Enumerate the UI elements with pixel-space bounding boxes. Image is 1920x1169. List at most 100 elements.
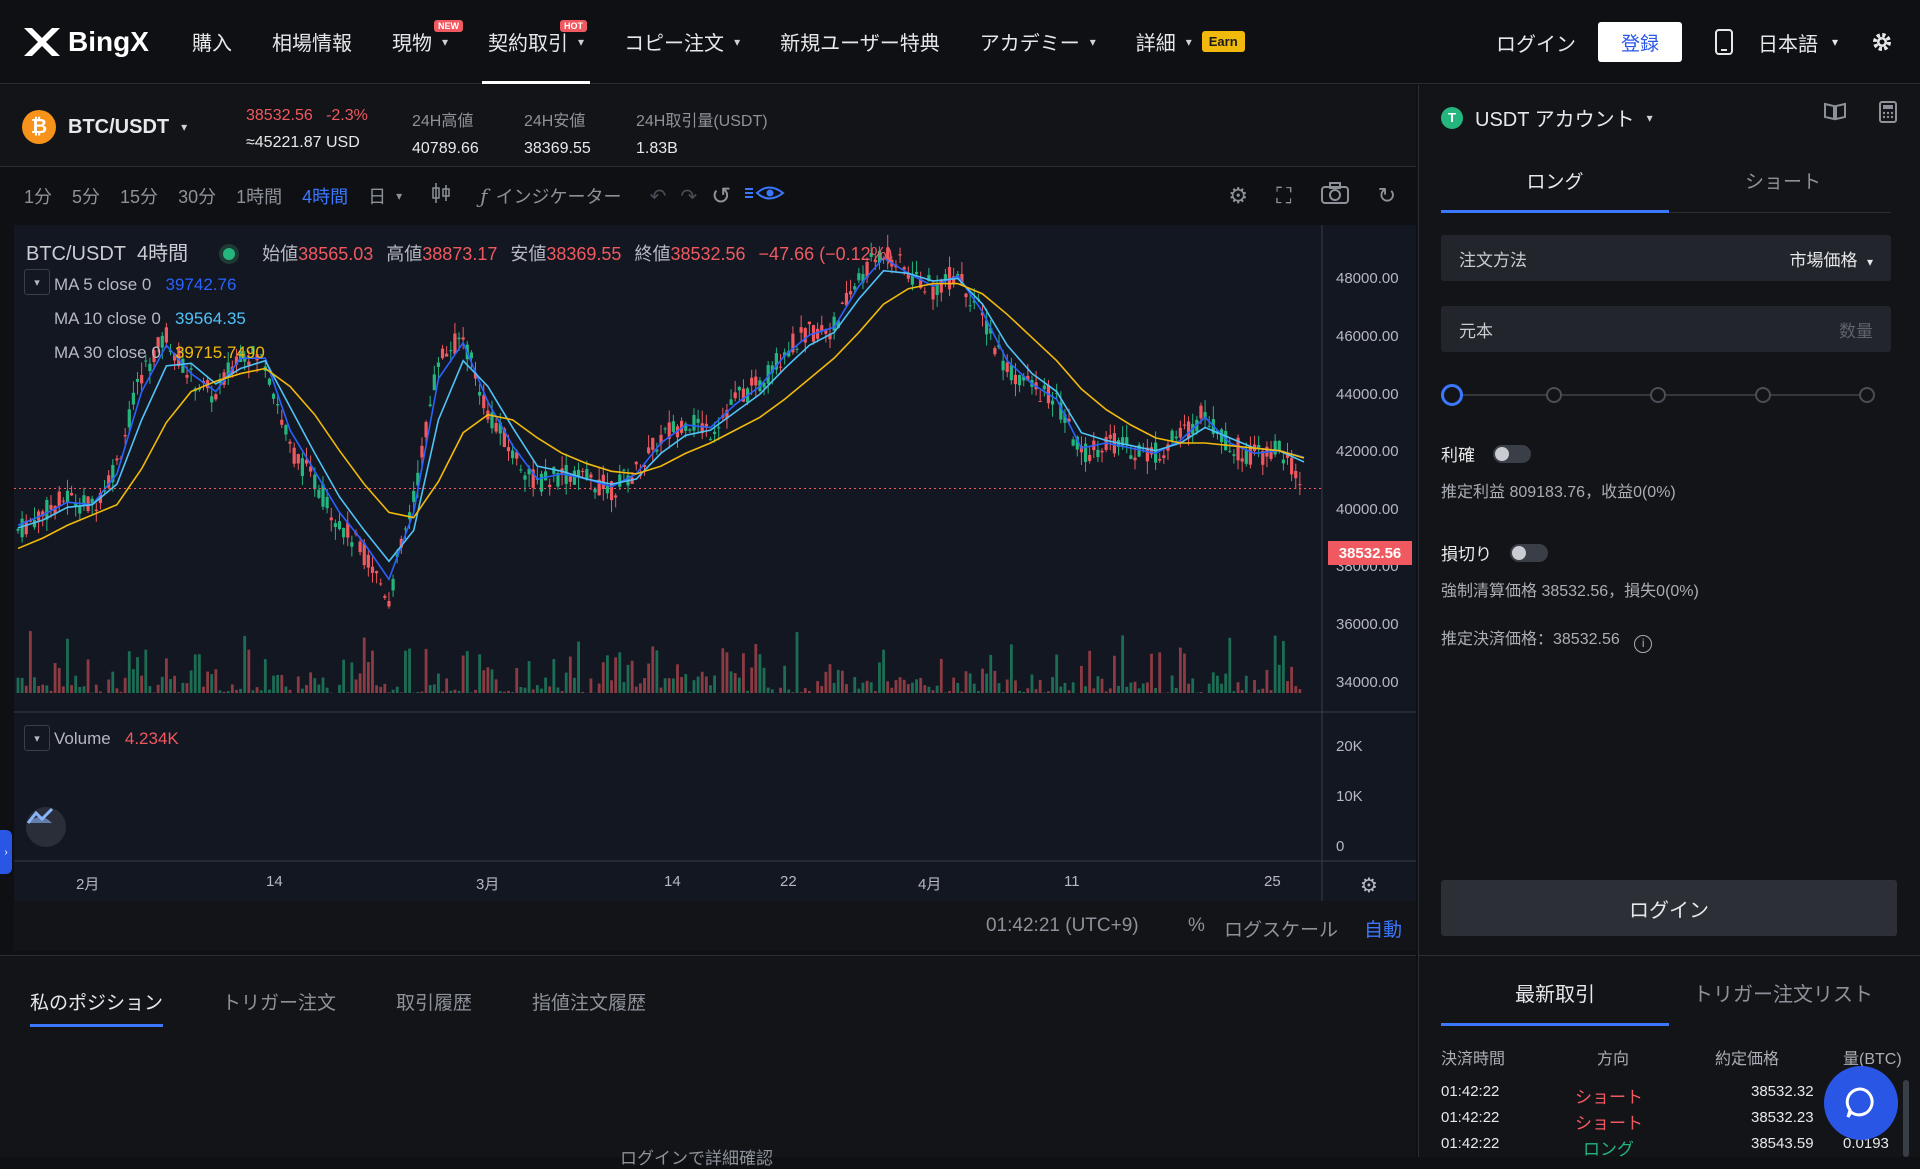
earn-tag[interactable]: Earn (1202, 31, 1245, 52)
nav-spot[interactable]: 現物NEW▾ (372, 0, 468, 84)
redo-icon[interactable]: ↷ (680, 184, 697, 209)
chart-interval: 4時間 (137, 243, 188, 265)
volume-bar (462, 656, 465, 693)
slider-step-dot[interactable] (1650, 387, 1666, 403)
book-icon[interactable] (1823, 101, 1847, 127)
timeframe-4h[interactable]: 4時間 (302, 183, 348, 209)
percent-scale-toggle[interactable]: % (1188, 915, 1205, 937)
login-button[interactable]: ログイン (1441, 880, 1897, 936)
order-type-label: 注文方法 (1459, 246, 1527, 271)
camera-icon[interactable] (1320, 181, 1350, 211)
slider-step-dot[interactable] (1441, 384, 1463, 406)
amount-slider[interactable] (1441, 385, 1881, 405)
volume-bar (66, 639, 69, 693)
slider-step-dot[interactable] (1546, 387, 1562, 403)
volume-bar (301, 689, 304, 693)
volume-bar (903, 680, 906, 693)
tab-limit-history[interactable]: 指値注文履歴 (532, 988, 646, 1015)
candle-body (49, 505, 52, 510)
tab-long[interactable]: ロング (1441, 167, 1669, 213)
candle-type-icon[interactable] (430, 181, 452, 211)
function-icon[interactable]: ƒ (480, 184, 487, 208)
candle-body (185, 375, 188, 378)
eye-icon[interactable] (745, 182, 785, 210)
principal-input[interactable]: 元本 数量 (1441, 306, 1891, 352)
take-profit-toggle[interactable] (1493, 445, 1531, 463)
account-selector[interactable]: T USDT アカウント ▾ (1441, 103, 1653, 132)
undo-icon[interactable]: ↶ (650, 184, 667, 209)
candle-body (808, 322, 811, 325)
gear-icon[interactable] (1866, 22, 1898, 62)
timeframe-1m[interactable]: 1分 (24, 183, 52, 209)
tab-trigger-orders[interactable]: トリガー注文 (222, 988, 336, 1015)
signup-button[interactable]: 登録 (1598, 22, 1682, 62)
timeframe-1h[interactable]: 1時間 (236, 183, 282, 209)
volume-bar (1158, 652, 1161, 693)
candle-body (923, 291, 926, 292)
tab-trigger-order-list[interactable]: トリガー注文リスト (1669, 956, 1897, 1026)
tab-latest-trades[interactable]: 最新取引 (1441, 956, 1669, 1026)
expand-side-handle-icon[interactable]: › (0, 830, 12, 874)
volume-bar (829, 664, 832, 693)
refresh-icon[interactable]: ↻ (1378, 183, 1396, 209)
candle-body (1002, 361, 1005, 371)
nav-markets[interactable]: 相場情報 (252, 0, 372, 84)
auto-scale-toggle[interactable]: 自動 (1364, 915, 1402, 942)
nav-futures[interactable]: 契約取引HOT▾ (468, 0, 604, 84)
principal-label: 元本 (1459, 317, 1493, 342)
nav-more[interactable]: 詳細▾Earn (1116, 0, 1265, 84)
volume-bar (833, 683, 836, 693)
nav-buy[interactable]: 購入 (172, 0, 252, 84)
fullscreen-icon[interactable]: ⛶ (1276, 183, 1291, 209)
col-price: 約定価格 (1715, 1045, 1779, 1069)
timeframe-day[interactable]: 日 (368, 183, 386, 209)
candle-body (1282, 460, 1285, 464)
volume-bar (305, 685, 308, 693)
price-chart[interactable]: BTC/USDT 4時間 始値38565.03 高値38873.17 安値383… (14, 225, 1416, 901)
calculator-icon[interactable] (1879, 101, 1897, 129)
login-link[interactable]: ログイン (1496, 28, 1576, 57)
tradingview-logo-icon[interactable] (26, 807, 66, 847)
tab-short[interactable]: ショート (1669, 167, 1897, 213)
timeframe-15m[interactable]: 15分 (120, 183, 158, 209)
chat-support-icon[interactable] (1824, 1066, 1898, 1140)
language-selector[interactable]: 日本語▾ (1758, 28, 1838, 57)
pair-selector[interactable]: ₿ BTC/USDT ▾ (22, 110, 187, 144)
volume-bar (590, 678, 593, 693)
volume-bar (478, 654, 481, 693)
nav-academy[interactable]: アカデミー▾ (960, 0, 1116, 84)
collapse-indicators-button[interactable]: ▾ (24, 269, 50, 295)
axis-settings-icon[interactable]: ⚙ (1360, 873, 1378, 898)
mobile-app-icon[interactable] (1708, 22, 1740, 62)
timeframe-5m[interactable]: 5分 (72, 183, 100, 209)
slider-step-dot[interactable] (1859, 387, 1875, 403)
low-label: 安値 (510, 244, 546, 264)
info-icon[interactable]: i (1634, 635, 1652, 653)
bingx-logo[interactable]: BingX (22, 26, 172, 58)
volume-bar (256, 687, 259, 693)
tab-my-positions[interactable]: 私のポジション (30, 988, 163, 1015)
volume-bar (956, 683, 959, 693)
volume-bar (50, 691, 53, 693)
candle-body (441, 349, 444, 359)
indicator-button[interactable]: インジケーター (496, 183, 622, 209)
order-type-select[interactable]: 注文方法 市場価格 ▾ (1441, 235, 1891, 281)
settings-icon[interactable]: ⚙ (1228, 183, 1248, 209)
stop-loss-toggle[interactable] (1510, 544, 1548, 562)
nav-copy-trade[interactable]: コピー注文▾ (604, 0, 760, 84)
timeframe-30m[interactable]: 30分 (178, 183, 216, 209)
nav-new-user-bonus[interactable]: 新規ユーザー特典 (760, 0, 960, 84)
volume-bar (779, 688, 782, 693)
reset-icon[interactable]: ↺ (711, 182, 731, 211)
trades-scrollbar[interactable] (1903, 1080, 1909, 1157)
nav-markets-label: 相場情報 (272, 27, 352, 56)
slider-step-dot[interactable] (1755, 387, 1771, 403)
volume-bar (392, 690, 395, 693)
chevron-down-icon[interactable]: ▾ (396, 189, 402, 203)
tab-trade-history[interactable]: 取引履歴 (396, 988, 472, 1015)
collapse-volume-button[interactable]: ▾ (24, 725, 50, 751)
volume-bar (1002, 692, 1005, 693)
log-scale-toggle[interactable]: ログスケール (1224, 915, 1338, 942)
volume-bar (569, 657, 572, 693)
trade-time: 01:42:22 (1441, 1135, 1499, 1152)
